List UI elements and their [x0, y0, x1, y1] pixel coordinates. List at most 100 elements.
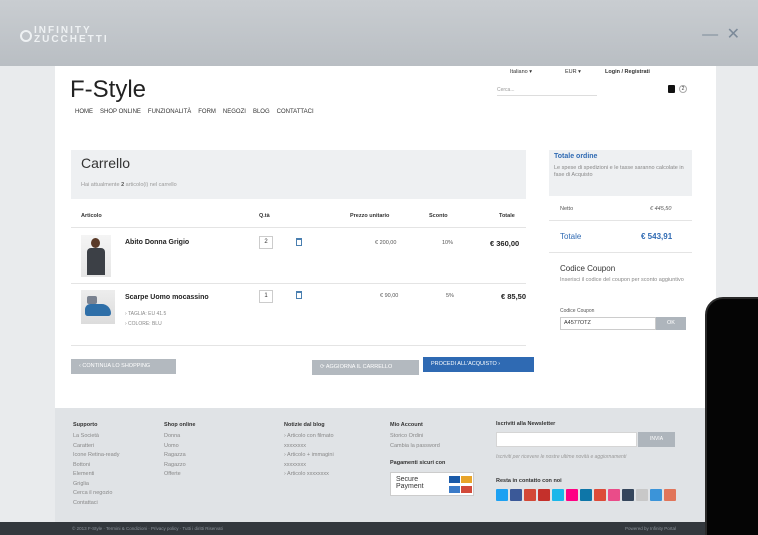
trash-icon[interactable] [296, 291, 302, 299]
cart-title: Carrello [81, 155, 131, 171]
product-image[interactable] [81, 235, 111, 277]
netto-label: Netto [560, 206, 574, 212]
footer-link[interactable]: Bottoni [73, 461, 119, 471]
card-icon [461, 476, 472, 483]
cart-count-badge: 2 [679, 85, 687, 93]
unit-price: € 90,00 [380, 293, 399, 299]
footer-link[interactable]: Cambia la password [390, 442, 440, 452]
coupon-label: Codice Coupon [560, 308, 595, 314]
footer-link[interactable]: La Società [73, 432, 119, 442]
footer-link[interactable]: Contattaci [73, 499, 119, 509]
quantity-input[interactable]: 2 [259, 236, 273, 249]
footer-account-title: Mio Account [390, 422, 423, 428]
coupon-title: Codice Coupon [560, 264, 616, 273]
footer-link[interactable]: Icone Retina-ready [73, 451, 119, 461]
phone-device-image [705, 297, 758, 535]
nav-contattaci[interactable]: CONTATTACI [277, 109, 314, 115]
trash-icon[interactable] [296, 238, 302, 246]
language-select[interactable]: Italiano ▾ [510, 69, 532, 75]
nav-negozi[interactable]: NEGOZI [223, 109, 246, 115]
order-total-desc: Le spese di spedizioni e le tasse sarann… [554, 165, 684, 178]
footer-link[interactable]: Caratteri [73, 442, 119, 452]
footer-link[interactable]: Griglia [73, 480, 119, 490]
close-icon[interactable]: ✕ [727, 26, 740, 43]
social-icon[interactable] [650, 489, 662, 501]
social-icon[interactable] [538, 489, 550, 501]
minimize-icon[interactable]: — [702, 26, 718, 43]
copyright: © 2013 F-Style · Termini & Condizioni · … [72, 526, 223, 531]
store-page: F-Style HOME SHOP ONLINE FUNZIONALITÀ FO… [55, 66, 716, 408]
social-icon[interactable] [636, 489, 648, 501]
card-icon [449, 486, 460, 493]
footer-shop-list: Donna Uomo Ragazza Ragazzo Offerte [164, 432, 186, 480]
footer-link[interactable]: Donna [164, 432, 186, 442]
footer-support-list: La Società Caratteri Icone Retina-ready … [73, 432, 119, 508]
total-value: € 543,91 [641, 232, 673, 241]
coupon-input[interactable]: A4577OTZ [560, 317, 656, 330]
nav-form[interactable]: FORM [198, 109, 216, 115]
update-cart-button[interactable]: ⟳ AGGIORNA IL CARRELLO [312, 360, 419, 375]
cart-header: Carrello Hai attualmente 2 articolo(i) n… [71, 150, 526, 199]
blog-date: xxxxxxxx [284, 461, 306, 468]
social-icon[interactable] [524, 489, 536, 501]
product-attribute: › COLORE: BLU [125, 321, 162, 327]
blog-link[interactable]: › Articolo con filmato [284, 432, 334, 442]
divider [549, 252, 692, 253]
site-logo[interactable]: F-Style [70, 76, 146, 104]
footer-link[interactable]: Offerte [164, 470, 186, 480]
continue-shopping-button[interactable]: ‹ CONTINUA LO SHOPPING [71, 359, 176, 374]
footer-link[interactable]: Ragazza [164, 451, 186, 461]
social-title: Resta in contatto con noi [496, 478, 562, 484]
nav-funzionalita[interactable]: FUNZIONALITÀ [148, 109, 191, 115]
secure-payment-badge: Secure Payment [390, 472, 474, 496]
main-nav: HOME SHOP ONLINE FUNZIONALITÀ FORM NEGOZ… [75, 109, 314, 115]
nav-shop-online[interactable]: SHOP ONLINE [100, 109, 141, 115]
coupon-ok-button[interactable]: OK [656, 317, 686, 330]
divider [71, 345, 526, 346]
social-icon[interactable] [664, 489, 676, 501]
product-image[interactable] [81, 290, 115, 324]
social-icons [496, 489, 676, 501]
footer-blog-list: › Articolo con filmato xxxxxxxx › Artico… [284, 432, 334, 480]
nav-home[interactable]: HOME [75, 109, 93, 115]
footer-link[interactable]: Storico Ordini [390, 432, 440, 442]
line-total: € 360,00 [490, 239, 520, 248]
discount: 10% [442, 240, 454, 246]
shopping-bag-icon[interactable] [668, 85, 675, 93]
discount: 5% [446, 293, 454, 299]
search-input[interactable]: Cerca... [497, 84, 597, 96]
social-icon[interactable] [580, 489, 592, 501]
coupon-desc: Inserisci il codice del coupon per scont… [560, 277, 684, 283]
order-total-header: Totale ordine Le spese di spedizioni e l… [549, 150, 692, 196]
social-icon[interactable] [552, 489, 564, 501]
product-attribute: › TAGLIA: EU 41.5 [125, 311, 167, 317]
footer-blog-title: Notizie dal blog [284, 422, 325, 428]
newsletter-email-input[interactable] [496, 432, 637, 447]
netto-value: € 445,50 [650, 206, 672, 212]
footer-link[interactable]: Uomo [164, 442, 186, 452]
social-icon[interactable] [622, 489, 634, 501]
newsletter-submit-button[interactable]: INVIA [638, 432, 675, 447]
social-icon[interactable] [566, 489, 578, 501]
unit-price: € 200,00 [375, 240, 397, 246]
footer-link[interactable]: Ragazzo [164, 461, 186, 471]
blog-link[interactable]: › Articolo + immagini [284, 451, 334, 461]
nav-blog[interactable]: BLOG [253, 109, 270, 115]
currency-select[interactable]: EUR ▾ [565, 69, 581, 75]
social-icon[interactable] [594, 489, 606, 501]
total-label: Totale [560, 232, 582, 241]
product-name[interactable]: Scarpe Uomo mocassino [125, 294, 209, 301]
checkout-button[interactable]: PROCEDI ALL'ACQUISTO › [423, 357, 534, 372]
product-name[interactable]: Abito Donna Grigio [125, 239, 189, 246]
footer-support-title: Supporto [73, 422, 98, 428]
login-link[interactable]: Login / Registrati [605, 69, 650, 75]
blog-link[interactable]: › Articolo xxxxxxxx [284, 470, 334, 480]
social-icon[interactable] [608, 489, 620, 501]
quantity-input[interactable]: 1 [259, 290, 273, 303]
footer-link[interactable]: Cerca il negozio [73, 489, 119, 499]
social-icon[interactable] [496, 489, 508, 501]
order-total-title: Totale ordine [554, 153, 598, 160]
payments-title: Pagamenti sicuri con [390, 460, 446, 466]
footer-link[interactable]: Elementi [73, 470, 119, 480]
social-icon[interactable] [510, 489, 522, 501]
